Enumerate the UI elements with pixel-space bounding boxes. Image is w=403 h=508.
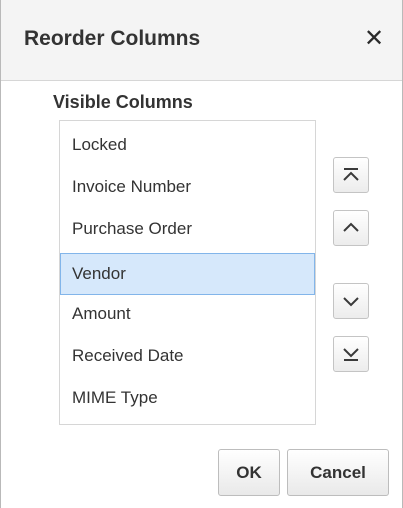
move-to-bottom-button[interactable] xyxy=(333,336,369,372)
ok-button[interactable]: OK xyxy=(218,449,280,496)
list-item[interactable]: Invoice Number xyxy=(60,166,315,208)
list-item[interactable]: Received Date xyxy=(60,335,315,377)
list-item-selected[interactable]: Vendor xyxy=(60,253,315,295)
visible-columns-list[interactable]: Locked Invoice Number Purchase Order Ven… xyxy=(59,120,316,425)
list-item[interactable]: Purchase Order xyxy=(60,208,315,250)
close-icon: ✕ xyxy=(363,25,385,52)
list-item[interactable]: Locked xyxy=(60,124,315,166)
chevron-down-icon xyxy=(343,297,359,307)
move-down-button[interactable] xyxy=(333,283,369,319)
list-item[interactable]: Amount xyxy=(60,293,315,335)
move-bottom-icon xyxy=(343,348,359,361)
visible-columns-label: Visible Columns xyxy=(53,92,193,112)
cancel-button[interactable]: Cancel xyxy=(287,449,389,496)
move-to-top-button[interactable] xyxy=(333,157,369,193)
reorder-columns-dialog: Reorder Columns ✕ Visible Columns Locked… xyxy=(0,0,403,508)
dialog-titlebar: Reorder Columns ✕ xyxy=(1,0,402,81)
dialog-title: Reorder Columns xyxy=(24,27,201,50)
move-top-icon xyxy=(343,168,359,181)
close-button[interactable]: ✕ xyxy=(361,26,387,52)
chevron-up-icon xyxy=(343,222,359,232)
move-up-button[interactable] xyxy=(333,210,369,246)
list-item[interactable]: MIME Type xyxy=(60,377,315,419)
